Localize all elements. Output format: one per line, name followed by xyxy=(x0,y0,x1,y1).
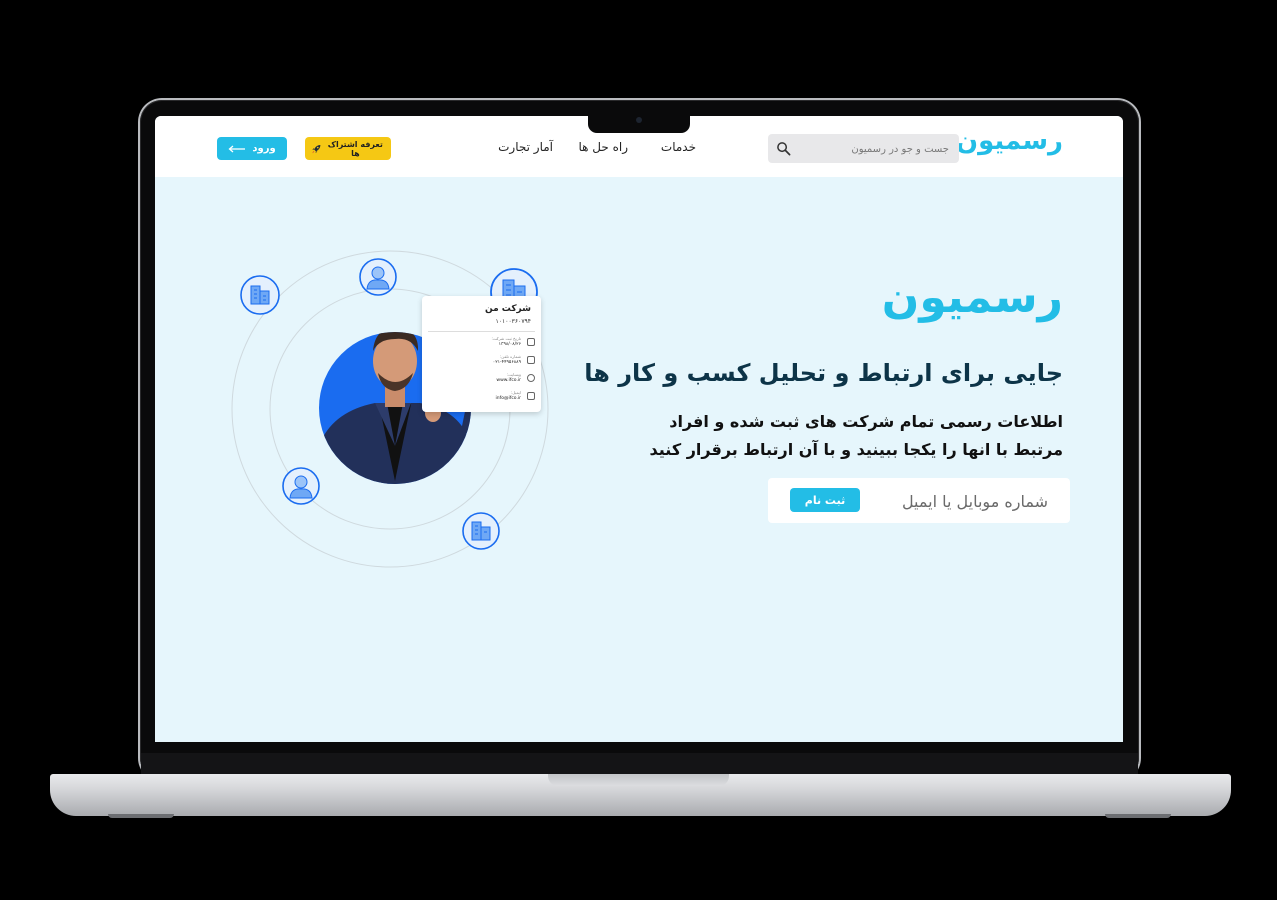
pricing-label: تعرفه اشتراک ها xyxy=(327,139,383,158)
rocket-icon xyxy=(312,144,321,153)
card-row-label: شماره تلفن: xyxy=(499,354,521,359)
search-bar xyxy=(768,134,959,165)
login-label: ورود xyxy=(252,143,276,154)
laptop-base-notch xyxy=(548,774,729,786)
card-row-value: ۱۳۹۸/۰۸/۲۶ xyxy=(498,342,521,347)
card-row-label: وبسایت: xyxy=(506,372,521,377)
card-row: شماره تلفن: ۰۲۱-۴۴۹۵۶۸۸۹ xyxy=(430,354,535,368)
user-icon xyxy=(359,258,397,296)
hero-title: رسمیون xyxy=(881,272,1063,323)
user-icon xyxy=(282,467,320,505)
nav-item-solutions[interactable]: راه حل ها xyxy=(578,140,628,154)
pricing-button[interactable]: تعرفه اشتراک ها xyxy=(305,137,391,160)
card-row: ایمیل: info@ifco.ir xyxy=(430,390,535,404)
company-card: شرکت من ۱۰۱۰۰۳۶۰۷۹۴ تاریخ ثبت شرکت: ۱۳۹۸… xyxy=(422,296,541,412)
laptop-bezel xyxy=(141,753,1138,775)
laptop-foot-left xyxy=(108,814,174,818)
card-row-value: info@ifco.ir xyxy=(495,396,521,401)
search-icon[interactable] xyxy=(776,141,791,156)
calendar-icon xyxy=(527,338,535,346)
site-logo[interactable]: رسمیون xyxy=(956,126,1063,156)
login-button[interactable]: ورود xyxy=(217,137,287,160)
card-title: شرکت من xyxy=(484,304,531,314)
building-icon xyxy=(240,275,280,315)
card-row-value: ۰۲۱-۴۴۹۵۶۸۸۹ xyxy=(492,360,521,365)
phone-icon xyxy=(527,356,535,364)
nav-item-trade-stats[interactable]: آمار تجارت xyxy=(498,140,553,154)
card-divider xyxy=(428,331,535,332)
arrow-left-icon xyxy=(228,145,246,152)
signup-button[interactable]: ثبت نام xyxy=(790,488,860,512)
mail-icon xyxy=(527,392,535,400)
hero-description: اطلاعات رسمی تمام شرکت های ثبت شده و افر… xyxy=(649,412,1063,459)
laptop-foot-right xyxy=(1105,814,1171,818)
globe-icon xyxy=(527,374,535,382)
card-row: تاریخ ثبت شرکت: ۱۳۹۸/۰۸/۲۶ xyxy=(430,336,535,350)
mobile-or-email-input[interactable] xyxy=(866,478,1050,525)
hero-subtitle: جایی برای ارتباط و تحلیل کسب و کار ها xyxy=(584,359,1063,387)
nav-item-services[interactable]: خدمات xyxy=(661,140,696,154)
card-row-label: تاریخ ثبت شرکت: xyxy=(491,336,522,341)
screen: رسمیون خدمات راه حل ها آمار تجارت تعرفه … xyxy=(155,116,1123,742)
card-row-value: www.ifco.ir xyxy=(496,378,521,383)
card-registration-code: ۱۰۱۰۰۳۶۰۷۹۴ xyxy=(495,318,531,325)
signup-form: ثبت نام xyxy=(768,478,1070,525)
camera-icon xyxy=(636,117,642,123)
building-icon xyxy=(462,512,500,550)
card-row: وبسایت: www.ifco.ir xyxy=(430,372,535,386)
search-input[interactable] xyxy=(797,134,951,165)
card-row-label: ایمیل: xyxy=(510,390,521,395)
